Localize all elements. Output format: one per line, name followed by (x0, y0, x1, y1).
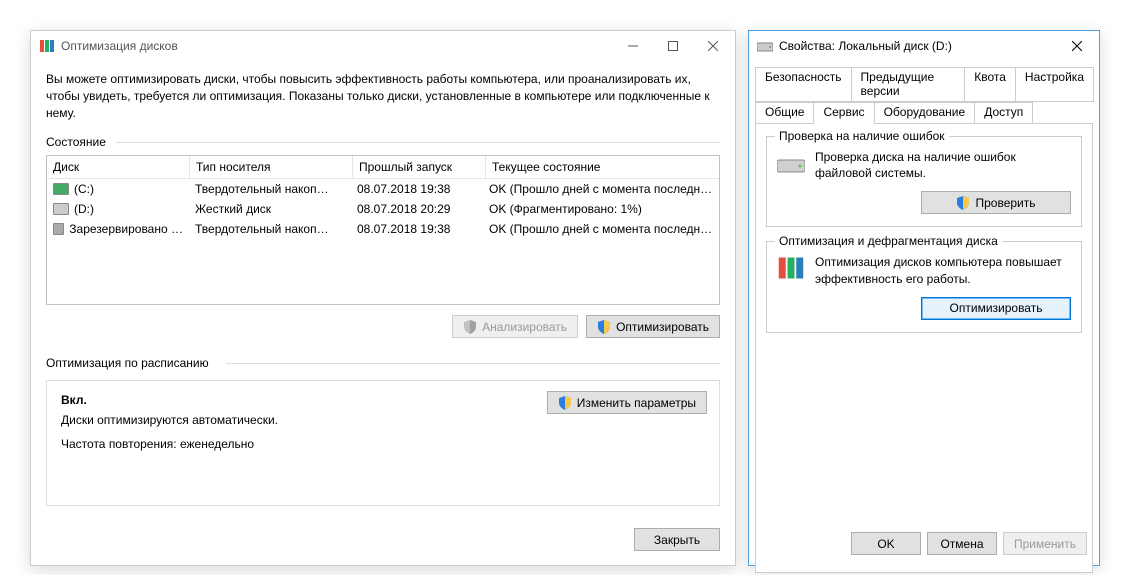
titlebar[interactable]: Оптимизация дисков (31, 31, 735, 61)
description-text: Вы можете оптимизировать диски, чтобы по… (46, 71, 720, 121)
tab-customize[interactable]: Настройка (1015, 67, 1094, 102)
disk-media: Твердотельный накоп… (189, 220, 351, 238)
group-text: Оптимизация дисков компьютера повышает э… (815, 254, 1071, 286)
optimize-drives-icon (39, 38, 55, 54)
change-settings-button[interactable]: Изменить параметры (547, 391, 707, 414)
disk-name: (C:) (74, 182, 94, 196)
apply-button[interactable]: Применить (1003, 532, 1087, 555)
disk-last-run: 08.07.2018 19:38 (351, 220, 483, 238)
tab-general[interactable]: Общие (755, 102, 814, 124)
drive-icon (53, 183, 69, 195)
dialog-buttons: OK Отмена Применить (851, 532, 1087, 555)
optimize-button[interactable]: Оптимизировать (921, 297, 1071, 320)
tab-content: Проверка на наличие ошибок Проверка диск… (755, 123, 1093, 573)
disk-properties-window: Свойства: Локальный диск (D:) Безопаснос… (748, 30, 1100, 566)
defrag-icon (777, 254, 805, 282)
disk-table: Диск Тип носителя Прошлый запуск Текущее… (46, 155, 720, 305)
col-media[interactable]: Тип носителя (190, 156, 353, 178)
group-text: Проверка диска на наличие ошибок файлово… (815, 149, 1071, 181)
tab-previous-versions[interactable]: Предыдущие версии (851, 67, 966, 102)
tab-tools[interactable]: Сервис (813, 102, 874, 124)
disk-state: OK (Фрагментировано: 1%) (483, 200, 719, 218)
col-disk[interactable]: Диск (47, 156, 190, 178)
close-dialog-button[interactable]: Закрыть (634, 528, 720, 551)
disk-last-run: 08.07.2018 20:29 (351, 200, 483, 218)
col-last-run[interactable]: Прошлый запуск (353, 156, 486, 178)
schedule-frequency: Частота повторения: еженедельно (61, 437, 278, 451)
maximize-button[interactable] (653, 32, 693, 60)
shield-icon (463, 320, 477, 334)
disk-name: Зарезервировано … (69, 222, 183, 236)
titlebar[interactable]: Свойства: Локальный диск (D:) (749, 31, 1099, 61)
tab-security[interactable]: Безопасность (755, 67, 852, 102)
check-button[interactable]: Проверить (921, 191, 1071, 214)
disk-media: Жесткий диск (189, 200, 351, 218)
optimize-button[interactable]: Оптимизировать (586, 315, 720, 338)
schedule-box: Вкл. Диски оптимизируются автоматически.… (46, 380, 720, 506)
schedule-status: Вкл. (61, 393, 278, 407)
optimize-drives-window: Оптимизация дисков Вы можете оптимизиров… (30, 30, 736, 566)
tab-quota[interactable]: Квота (964, 67, 1016, 102)
close-button[interactable] (1057, 32, 1097, 60)
tab-hardware[interactable]: Оборудование (874, 102, 976, 124)
error-checking-group: Проверка на наличие ошибок Проверка диск… (766, 136, 1082, 227)
tabs-row-bottom: Общие Сервис Оборудование Доступ (749, 102, 1099, 124)
defrag-group: Оптимизация и дефрагментация диска Оптим… (766, 241, 1082, 332)
close-button[interactable] (693, 32, 733, 60)
disk-name: (D:) (74, 202, 94, 216)
group-legend: Оптимизация и дефрагментация диска (775, 234, 1002, 248)
disk-state: OK (Прошло дней с момента последне… (483, 220, 719, 238)
table-header: Диск Тип носителя Прошлый запуск Текущее… (47, 156, 719, 179)
drive-icon (53, 203, 69, 215)
window-title: Оптимизация дисков (61, 39, 178, 53)
table-row[interactable]: Зарезервировано … Твердотельный накоп… 0… (47, 219, 719, 239)
ok-button[interactable]: OK (851, 532, 921, 555)
analyze-button[interactable]: Анализировать (452, 315, 578, 338)
disk-state: OK (Прошло дней с момента последне… (483, 180, 719, 198)
disk-media: Твердотельный накоп… (189, 180, 351, 198)
tabs-row-top: Безопасность Предыдущие версии Квота Нас… (749, 61, 1099, 102)
table-row[interactable]: (C:) Твердотельный накоп… 08.07.2018 19:… (47, 179, 719, 199)
window-title: Свойства: Локальный диск (D:) (779, 39, 952, 53)
schedule-section-label: Оптимизация по расписанию (46, 356, 720, 370)
disk-last-run: 08.07.2018 19:38 (351, 180, 483, 198)
tab-sharing[interactable]: Доступ (974, 102, 1033, 124)
state-section-label: Состояние (46, 135, 720, 149)
shield-icon (597, 320, 611, 334)
cancel-button[interactable]: Отмена (927, 532, 997, 555)
shield-icon (558, 396, 572, 410)
schedule-auto-text: Диски оптимизируются автоматически. (61, 413, 278, 427)
shield-icon (956, 196, 970, 210)
drive-check-icon (777, 149, 805, 177)
group-legend: Проверка на наличие ошибок (775, 129, 949, 143)
col-current-state[interactable]: Текущее состояние (486, 156, 719, 178)
drive-icon (757, 38, 773, 54)
drive-icon (53, 223, 64, 235)
minimize-button[interactable] (613, 32, 653, 60)
table-row[interactable]: (D:) Жесткий диск 08.07.2018 20:29 OK (Ф… (47, 199, 719, 219)
